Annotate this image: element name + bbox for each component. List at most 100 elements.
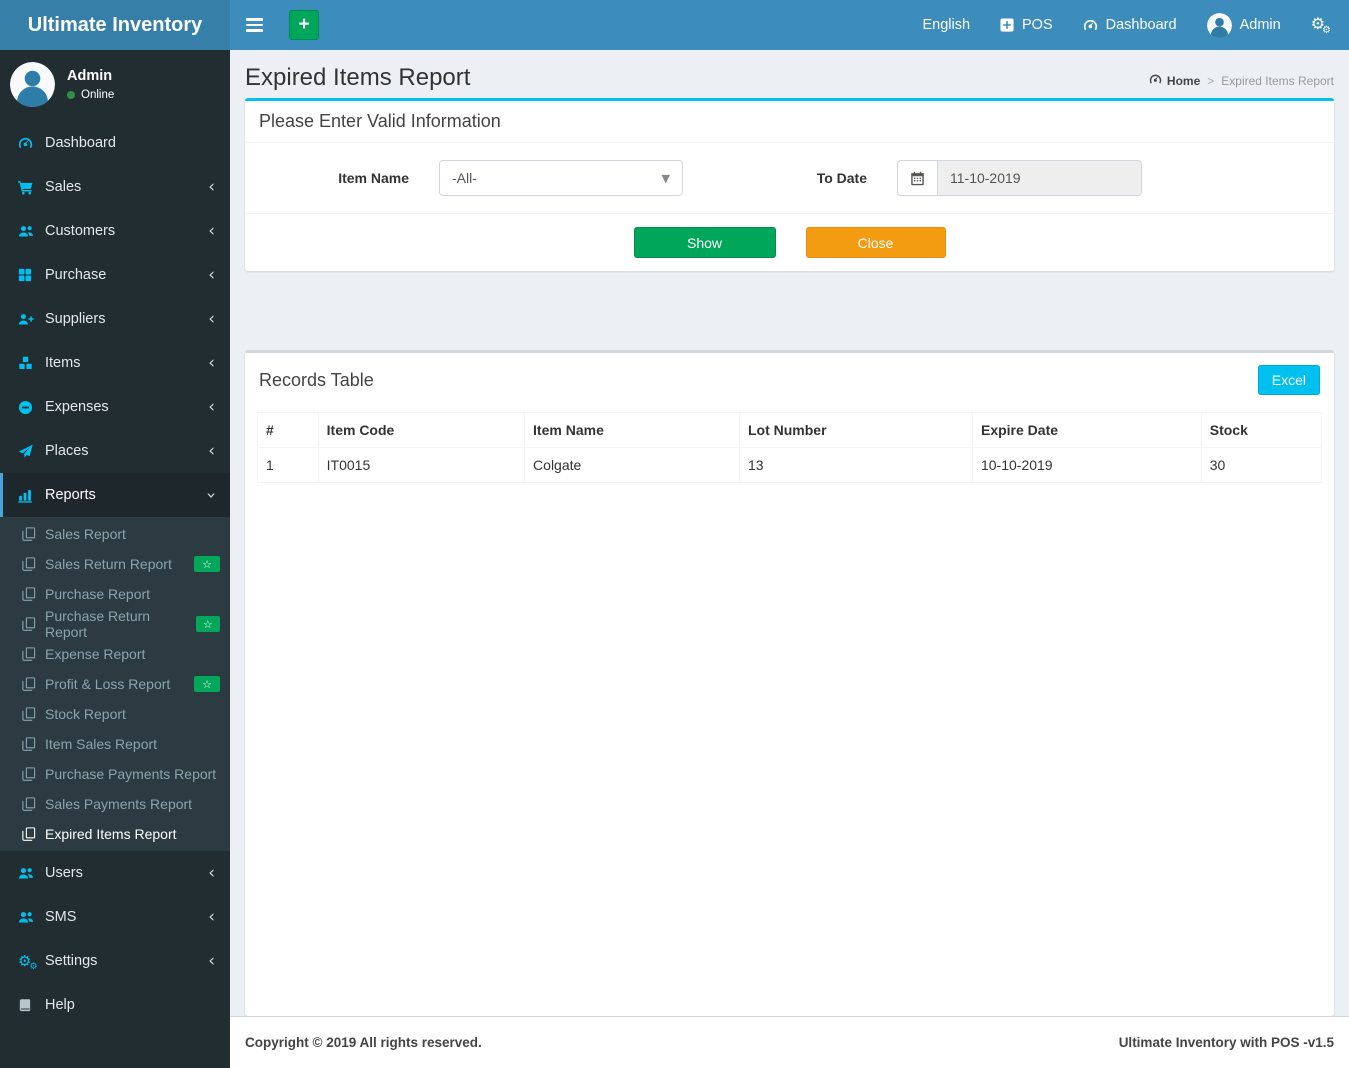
filter-panel-title: Please Enter Valid Information — [259, 111, 501, 131]
grid-icon — [18, 268, 45, 282]
submenu-item-stock-report[interactable]: Stock Report — [0, 699, 230, 729]
submenu-item-sales-return-report[interactable]: Sales Return Report ☆ — [0, 549, 230, 579]
submenu-item-label: Sales Return Report — [45, 556, 172, 572]
item-name-select[interactable]: -All- ▼ — [439, 160, 683, 196]
column-header-stock: Stock — [1200, 412, 1323, 448]
cubes-icon — [18, 356, 45, 371]
sidebar-item-sms[interactable]: SMS ‹ — [0, 895, 230, 939]
breadcrumb-current: Expired Items Report — [1221, 74, 1334, 88]
sidebar-item-label: Users — [45, 865, 83, 881]
cart-icon — [18, 180, 45, 195]
column-header-expire-date: Expire Date — [971, 412, 1202, 448]
copy-icon — [22, 707, 36, 721]
submenu-item-profit-loss-report[interactable]: Profit & Loss Report ☆ — [0, 669, 230, 699]
sidebar-user-name: Admin — [67, 68, 113, 84]
sidebar-item-sales[interactable]: Sales ‹ — [0, 165, 230, 209]
chevron-left-icon: ‹ — [208, 176, 215, 197]
copy-icon — [22, 797, 36, 811]
sidebar-item-suppliers[interactable]: Suppliers ‹ — [0, 297, 230, 341]
nav-user-menu[interactable]: Admin — [1192, 0, 1296, 50]
sidebar-item-settings[interactable]: ⚙⚙ Settings ‹ — [0, 939, 230, 983]
sidebar-item-label: Reports — [45, 487, 96, 503]
sidebar-item-items[interactable]: Items ‹ — [0, 341, 230, 385]
submenu-item-label: Expense Report — [45, 646, 146, 662]
submenu-item-expired-items-report[interactable]: Expired Items Report — [0, 819, 230, 849]
filter-actions: Show Close — [245, 214, 1334, 271]
navbar-right: English POS Dashboard Admin ⚙⚙ — [907, 0, 1349, 50]
nav-language[interactable]: English — [907, 0, 985, 50]
item-name-label: Item Name — [338, 170, 409, 186]
dashboard-icon — [1149, 73, 1162, 89]
copy-icon — [22, 677, 36, 691]
app-logo[interactable]: Ultimate Inventory — [0, 0, 230, 50]
submenu-item-label: Expired Items Report — [45, 826, 177, 842]
table-header-row: # Item Code Item Name Lot Number Expire Date… — [257, 412, 1323, 448]
nav-dashboard[interactable]: Dashboard — [1068, 0, 1192, 50]
submenu-item-purchase-payments-report[interactable]: Purchase Payments Report — [0, 759, 230, 789]
sidebar-item-label: Sales — [45, 179, 82, 195]
sidebar-item-label: Items — [45, 355, 81, 371]
star-badge: ☆ — [194, 676, 220, 692]
sidebar-item-label: Suppliers — [45, 311, 106, 327]
filter-panel: Please Enter Valid Information Item Name… — [245, 98, 1334, 271]
gears-icon: ⚙⚙ — [18, 951, 38, 972]
submenu-item-label: Sales Payments Report — [45, 796, 193, 812]
table-cell: Colgate — [524, 447, 740, 483]
submenu-item-item-sales-report[interactable]: Item Sales Report — [0, 729, 230, 759]
copy-icon — [22, 827, 36, 841]
table-cell: 10-10-2019 — [971, 447, 1202, 483]
breadcrumb-home[interactable]: Home — [1149, 73, 1200, 89]
bar-chart-icon — [18, 488, 45, 503]
column-header-: # — [257, 412, 319, 448]
submenu-item-purchase-report[interactable]: Purchase Report — [0, 579, 230, 609]
sidebar-item-expenses[interactable]: Expenses ‹ — [0, 385, 230, 429]
excel-export-button[interactable]: Excel — [1257, 365, 1320, 395]
records-table-wrap: # Item Code Item Name Lot Number Expire Date… — [245, 406, 1334, 498]
chevron-down-icon: ▼ — [661, 171, 670, 185]
sidebar-item-users[interactable]: Users ‹ — [0, 851, 230, 895]
sidebar-item-reports[interactable]: Reports ‹ — [0, 473, 230, 517]
records-panel-header: Records Table Excel — [245, 353, 1334, 406]
submenu-item-label: Sales Report — [45, 526, 126, 542]
table-cell: 13 — [738, 447, 973, 483]
chevron-left-icon: ‹ — [208, 906, 215, 927]
show-button[interactable]: Show — [633, 227, 776, 258]
submenu-item-expense-report[interactable]: Expense Report — [0, 639, 230, 669]
copy-icon — [22, 587, 36, 601]
sidebar-item-places[interactable]: Places ‹ — [0, 429, 230, 473]
sidebar-item-dashboard[interactable]: Dashboard — [0, 121, 230, 165]
sidebar-item-help[interactable]: Help — [0, 983, 230, 1027]
chevron-left-icon: ‹ — [208, 352, 215, 373]
sidebar-item-purchase[interactable]: Purchase ‹ — [0, 253, 230, 297]
close-button[interactable]: Close — [805, 227, 946, 258]
filter-panel-header: Please Enter Valid Information — [245, 101, 1334, 143]
submenu-item-label: Stock Report — [45, 706, 126, 722]
sidebar: Admin Online Dashboard Sales ‹ Customers ‹ Pu… — [0, 50, 230, 1068]
gauge-icon — [18, 136, 45, 151]
sidebar-item-label: Dashboard — [45, 135, 116, 151]
gears-icon: ⚙⚙ — [1310, 16, 1331, 36]
dashboard-icon — [1083, 18, 1098, 33]
sidebar-item-label: SMS — [45, 909, 77, 925]
add-new-button[interactable]: + — [289, 10, 319, 40]
sidebar-user-panel: Admin Online — [0, 50, 230, 121]
content: Please Enter Valid Information Item Name… — [230, 92, 1349, 1016]
sidebar-menu: Dashboard Sales ‹ Customers ‹ Purchase ‹ Suppli… — [0, 121, 230, 1027]
to-date-input[interactable] — [937, 160, 1142, 196]
table-cell: 30 — [1200, 447, 1323, 483]
copy-icon — [22, 617, 36, 631]
sidebar-item-label: Settings — [45, 953, 98, 969]
submenu-item-sales-payments-report[interactable]: Sales Payments Report — [0, 789, 230, 819]
sidebar-user-status[interactable]: Online — [67, 89, 114, 101]
nav-settings-gears[interactable]: ⚙⚙ — [1296, 0, 1349, 50]
sidebar-toggle-button[interactable] — [230, 18, 277, 32]
submenu-item-sales-report[interactable]: Sales Report — [0, 519, 230, 549]
column-header-item-code: Item Code — [317, 412, 526, 448]
nav-pos[interactable]: POS — [985, 0, 1068, 50]
content-header: Expired Items Report Home > Expired Item… — [230, 50, 1349, 92]
submenu-item-purchase-return-report[interactable]: Purchase Return Report ☆ — [0, 608, 230, 640]
users-icon — [18, 224, 45, 239]
sidebar-item-customers[interactable]: Customers ‹ — [0, 209, 230, 253]
submenu-item-label: Item Sales Report — [45, 736, 158, 752]
filter-form: Item Name -All- ▼ To Date — [245, 143, 1334, 214]
